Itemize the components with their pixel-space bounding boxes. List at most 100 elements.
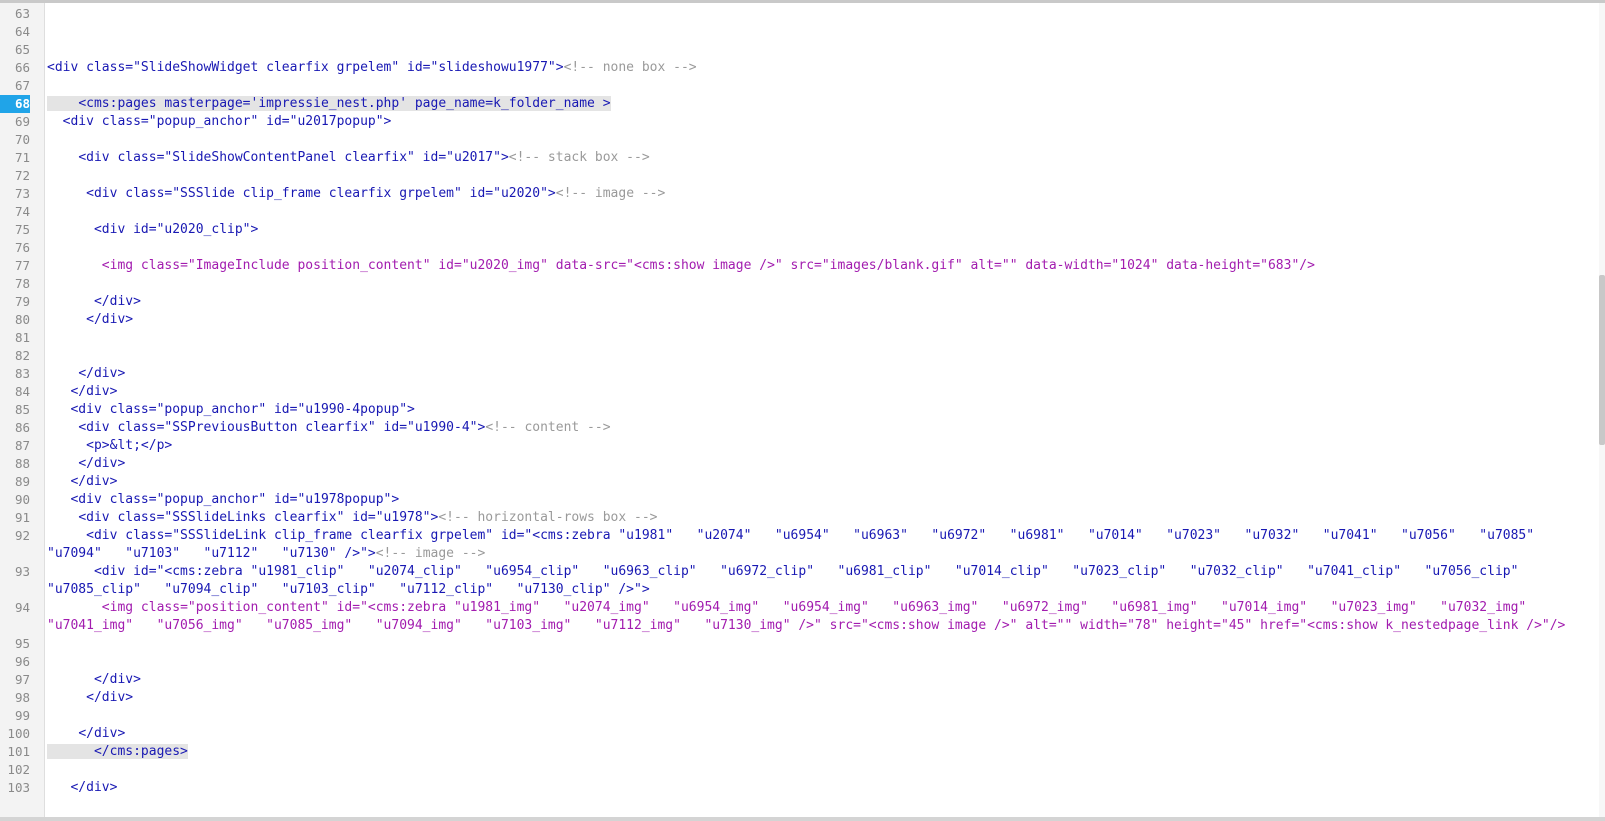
code-text[interactable]: </div>: [47, 689, 1581, 707]
vertical-scrollbar[interactable]: [1599, 3, 1605, 821]
code-text[interactable]: <img class="position_content" id="<cms:z…: [47, 599, 1581, 635]
code-line[interactable]: 80 </div>: [0, 311, 1600, 329]
code-text[interactable]: </div>: [47, 455, 1581, 473]
code-line[interactable]: 69 <div class="popup_anchor" id="u2017po…: [0, 113, 1600, 131]
code-line[interactable]: 66 <div class="SlideShowWidget clearfix g…: [0, 59, 1600, 77]
code-line[interactable]: 86 <div class="SSPreviousButton clearfix…: [0, 419, 1600, 437]
line-number: 100: [7, 726, 30, 741]
code-line[interactable]: 102: [0, 761, 1600, 779]
line-number: 88: [14, 456, 30, 471]
code-line[interactable]: 67: [0, 77, 1600, 95]
code-line[interactable]: 74: [0, 203, 1600, 221]
code-line[interactable]: 68 <cms:pages masterpage='impressie_nest…: [0, 95, 1600, 113]
code-text[interactable]: <img class="ImageInclude position_conten…: [47, 257, 1581, 275]
code-line[interactable]: 82: [0, 347, 1600, 365]
code-line[interactable]: 99: [0, 707, 1600, 725]
code-line[interactable]: 64: [0, 23, 1600, 41]
code-text[interactable]: <div class="popup_anchor" id="u1990-4pop…: [47, 401, 1581, 419]
line-number: 81: [14, 330, 30, 345]
code-line[interactable]: 75 <div id="u2020_clip">: [0, 221, 1600, 239]
code-line[interactable]: 89 </div>: [0, 473, 1600, 491]
code-line[interactable]: 88 </div>: [0, 455, 1600, 473]
line-number: 99: [14, 708, 30, 723]
code-line[interactable]: 65: [0, 41, 1600, 59]
line-number: 94: [14, 600, 30, 615]
code-lines[interactable]: 63 64 65 66 <div class="SlideShowWidget clea…: [0, 5, 1600, 797]
code-text[interactable]: </cms:pages>: [47, 743, 1581, 761]
code-content: <div class="SSSlideLink clip_frame clear…: [47, 528, 1558, 561]
code-line[interactable]: 83 </div>: [0, 365, 1600, 383]
code-text[interactable]: <div class="SlideShowWidget clearfix grp…: [47, 59, 1581, 77]
code-line[interactable]: 94 <img class="position_content" id="<cm…: [0, 599, 1600, 635]
code-text[interactable]: </div>: [47, 473, 1581, 491]
line-number: 89: [14, 474, 30, 489]
line-number: 95: [14, 636, 30, 651]
code-line[interactable]: 70: [0, 131, 1600, 149]
code-comment: <!-- content -->: [485, 420, 611, 435]
code-line[interactable]: 101 </cms:pages>: [0, 743, 1600, 761]
code-text[interactable]: <cms:pages masterpage='impressie_nest.ph…: [47, 95, 1581, 113]
code-line[interactable]: 92 <div class="SSSlideLink clip_frame cl…: [0, 527, 1600, 563]
code-content: <img class="ImageInclude position_conten…: [47, 258, 1315, 273]
horizontal-scrollbar[interactable]: [0, 817, 1605, 821]
code-text[interactable]: </div>: [47, 293, 1581, 311]
code-line[interactable]: 95: [0, 635, 1600, 653]
code-line[interactable]: 85 <div class="popup_anchor" id="u1990-4…: [0, 401, 1600, 419]
code-text[interactable]: </div>: [47, 779, 1581, 797]
code-text[interactable]: <div class="SSSlide clip_frame clearfix …: [47, 185, 1581, 203]
code-text[interactable]: <div id="<cms:zebra "u1981_clip" "u2074_…: [47, 563, 1581, 599]
code-line[interactable]: 96: [0, 653, 1600, 671]
code-content: <div class="SSSlide clip_frame clearfix …: [47, 186, 556, 201]
current-line-number: 68: [0, 95, 30, 113]
code-text[interactable]: <div id="u2020_clip">: [47, 221, 1581, 239]
code-text[interactable]: <div class="SlideShowContentPanel clearf…: [47, 149, 1581, 167]
code-text[interactable]: <div class="SSSlideLinks clearfix" id="u…: [47, 509, 1581, 527]
code-line[interactable]: 79 </div>: [0, 293, 1600, 311]
code-text[interactable]: </div>: [47, 725, 1581, 743]
code-text[interactable]: <div class="popup_anchor" id="u2017popup…: [47, 113, 1581, 131]
code-line[interactable]: 72: [0, 167, 1600, 185]
code-line[interactable]: 81: [0, 329, 1600, 347]
code-line[interactable]: 100 </div>: [0, 725, 1600, 743]
line-number: 84: [14, 384, 30, 399]
code-text[interactable]: </div>: [47, 383, 1581, 401]
code-content: <div class="SSPreviousButton clearfix" i…: [47, 420, 486, 435]
code-text[interactable]: <div class="popup_anchor" id="u1978popup…: [47, 491, 1581, 509]
code-text[interactable]: </div>: [47, 365, 1581, 383]
line-number: 92: [14, 528, 30, 543]
code-text[interactable]: </div>: [47, 671, 1581, 689]
line-number: 82: [14, 348, 30, 363]
code-line[interactable]: 91 <div class="SSSlideLinks clearfix" id…: [0, 509, 1600, 527]
code-line[interactable]: 103 </div>: [0, 779, 1600, 797]
code-content: <div class="popup_anchor" id="u2017popup…: [47, 114, 392, 129]
code-editor[interactable]: 63 64 65 66 <div class="SlideShowWidget clea…: [0, 0, 1605, 821]
code-text[interactable]: <p>&lt;</p>: [47, 437, 1581, 455]
code-content: </div>: [47, 726, 126, 741]
code-line[interactable]: 87 <p>&lt;</p>: [0, 437, 1600, 455]
code-text[interactable]: <div class="SSPreviousButton clearfix" i…: [47, 419, 1581, 437]
code-content: </div>: [47, 672, 141, 687]
line-number: 73: [14, 186, 30, 201]
code-line[interactable]: 73 <div class="SSSlide clip_frame clearf…: [0, 185, 1600, 203]
code-line[interactable]: 93 <div id="<cms:zebra "u1981_clip" "u20…: [0, 563, 1600, 599]
line-number: 91: [14, 510, 30, 525]
line-number: 87: [14, 438, 30, 453]
code-content: <div class="SSSlideLinks clearfix" id="u…: [47, 510, 439, 525]
scrollbar-thumb[interactable]: [1599, 275, 1605, 445]
line-number: 97: [14, 672, 30, 687]
code-line[interactable]: 76: [0, 239, 1600, 257]
code-line[interactable]: 78: [0, 275, 1600, 293]
code-line[interactable]: 90 <div class="popup_anchor" id="u1978po…: [0, 491, 1600, 509]
code-comment: <!-- none box -->: [563, 60, 697, 75]
line-number: 101: [7, 744, 30, 759]
code-line[interactable]: 84 </div>: [0, 383, 1600, 401]
line-number: 85: [14, 402, 30, 417]
code-line[interactable]: 97 </div>: [0, 671, 1600, 689]
code-line[interactable]: 98 </div>: [0, 689, 1600, 707]
line-number: 70: [14, 132, 30, 147]
code-text[interactable]: <div class="SSSlideLink clip_frame clear…: [47, 527, 1581, 563]
code-text[interactable]: </div>: [47, 311, 1581, 329]
code-line[interactable]: 77 <img class="ImageInclude position_con…: [0, 257, 1600, 275]
code-line[interactable]: 63: [0, 5, 1600, 23]
code-line[interactable]: 71 <div class="SlideShowContentPanel cle…: [0, 149, 1600, 167]
